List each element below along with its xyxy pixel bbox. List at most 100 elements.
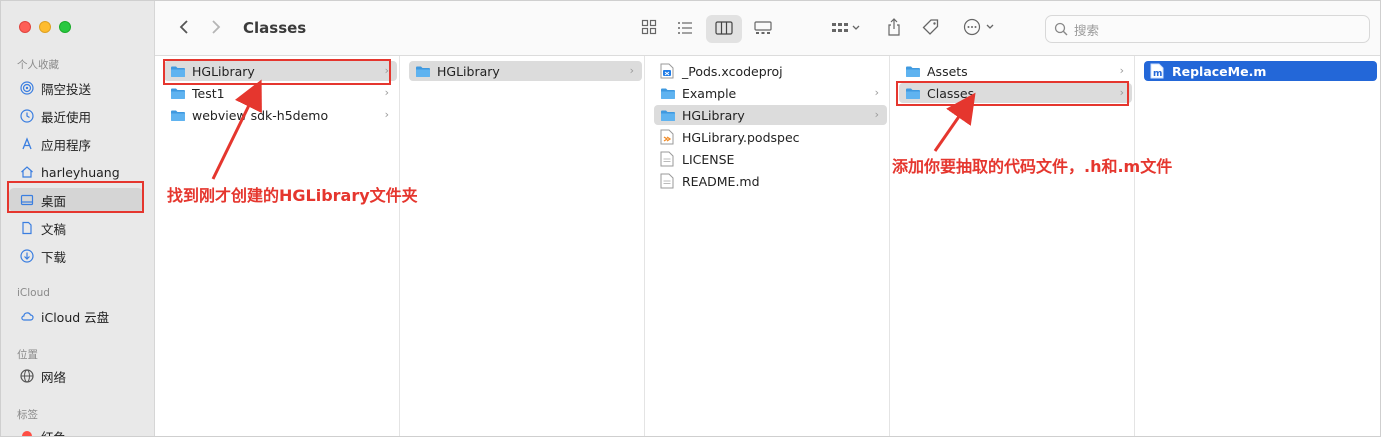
sidebar-item-icloud-drive[interactable]: iCloud 云盘 bbox=[9, 304, 143, 328]
search-placeholder: 搜索 bbox=[1074, 22, 1100, 38]
highlight-box-desktop bbox=[7, 181, 144, 213]
group-by-button[interactable] bbox=[827, 15, 865, 43]
sidebar-section-icloud: iCloud bbox=[17, 287, 50, 299]
file-row-label: _Pods.xcodeproj bbox=[682, 63, 783, 79]
folder-icon bbox=[660, 109, 676, 121]
forward-button[interactable] bbox=[205, 15, 227, 43]
chevron-right-icon: › bbox=[874, 86, 879, 99]
sidebar-item-airdrop[interactable]: 隔空投送 bbox=[9, 76, 143, 100]
file-row[interactable]: Test1 › bbox=[164, 83, 397, 103]
share-button[interactable] bbox=[882, 15, 906, 43]
column-2 bbox=[400, 56, 645, 436]
podspec-icon bbox=[660, 129, 676, 145]
file-row[interactable]: HGLibrary.podspec bbox=[654, 127, 887, 147]
chevron-left-icon bbox=[179, 19, 189, 39]
column-5 bbox=[1135, 56, 1380, 436]
file-row[interactable]: LICENSE bbox=[654, 149, 887, 169]
view-list-button[interactable] bbox=[671, 15, 699, 43]
minimize-window-button[interactable] bbox=[39, 21, 51, 33]
ellipsis-circle-icon bbox=[963, 18, 997, 40]
file-row[interactable]: _Pods.xcodeproj bbox=[654, 61, 887, 81]
file-row[interactable]: HGLibrary › bbox=[654, 105, 887, 125]
chevron-right-icon bbox=[211, 19, 221, 39]
folder-icon bbox=[660, 87, 676, 99]
folder-icon bbox=[415, 65, 431, 77]
close-window-button[interactable] bbox=[19, 21, 31, 33]
sidebar-item-label: harleyhuang bbox=[41, 164, 120, 180]
sidebar-item-label: 隔空投送 bbox=[41, 81, 92, 97]
sidebar-item-network[interactable]: 网络 bbox=[9, 364, 143, 388]
folder-icon bbox=[170, 87, 186, 99]
file-row[interactable]: webview sdk-h5demo › bbox=[164, 105, 397, 125]
zoom-window-button[interactable] bbox=[59, 21, 71, 33]
gallery-icon bbox=[754, 20, 772, 39]
sidebar-section-locations: 位置 bbox=[17, 349, 38, 361]
sidebar-item-label: 文稿 bbox=[41, 221, 67, 237]
chevron-right-icon: › bbox=[384, 108, 389, 121]
download-icon bbox=[20, 249, 34, 263]
highlight-box-classes bbox=[896, 81, 1129, 106]
sidebar: 个人收藏 隔空投送 最近使用 应用程序 harleyhuang 桌面 文稿 下载… bbox=[1, 1, 155, 437]
file-row-label: webview sdk-h5demo bbox=[192, 107, 329, 123]
file-row-label: LICENSE bbox=[682, 151, 735, 167]
file-row-label: HGLibrary.podspec bbox=[682, 129, 800, 145]
column-4 bbox=[890, 56, 1135, 436]
share-icon bbox=[887, 18, 901, 40]
document-icon bbox=[20, 221, 34, 235]
back-button[interactable] bbox=[173, 15, 195, 43]
chevron-right-icon: › bbox=[874, 108, 879, 121]
file-row-label: ReplaceMe.m bbox=[1172, 63, 1267, 79]
file-icon bbox=[660, 151, 676, 167]
file-icon bbox=[660, 173, 676, 189]
file-row[interactable]: Example › bbox=[654, 83, 887, 103]
sidebar-section-favorites: 个人收藏 bbox=[17, 59, 59, 71]
sidebar-item-recents[interactable]: 最近使用 bbox=[9, 104, 143, 128]
annotation-add-files: 添加你要抽取的代码文件，.h和.m文件 bbox=[892, 157, 1173, 176]
network-icon bbox=[20, 369, 34, 383]
highlight-box-hglibrary bbox=[163, 59, 391, 85]
folder-icon bbox=[170, 109, 186, 121]
file-row-label: Assets bbox=[927, 63, 968, 79]
finder-window: 个人收藏 隔空投送 最近使用 应用程序 harleyhuang 桌面 文稿 下载… bbox=[0, 0, 1381, 437]
tags-button[interactable] bbox=[919, 15, 943, 43]
view-columns-button[interactable] bbox=[706, 15, 742, 43]
action-menu-button[interactable] bbox=[961, 15, 999, 43]
annotation-find-folder: 找到刚才创建的HGLibrary文件夹 bbox=[167, 186, 418, 205]
sidebar-item-documents[interactable]: 文稿 bbox=[9, 216, 143, 240]
search-icon bbox=[1054, 22, 1068, 36]
file-row-label: Test1 bbox=[192, 85, 225, 101]
list-icon bbox=[677, 20, 693, 39]
clock-icon bbox=[20, 109, 34, 123]
sidebar-item-label: 下载 bbox=[41, 249, 67, 265]
columns-icon bbox=[715, 20, 733, 39]
file-row[interactable]: HGLibrary › bbox=[409, 61, 642, 81]
sidebar-item-downloads[interactable]: 下载 bbox=[9, 244, 143, 268]
sidebar-item-label: 网络 bbox=[41, 369, 67, 385]
sidebar-item-label: iCloud 云盘 bbox=[41, 309, 110, 325]
file-row-label: Example bbox=[682, 85, 737, 101]
cloud-icon bbox=[20, 309, 34, 323]
home-icon bbox=[20, 165, 34, 179]
sidebar-section-tags: 标签 bbox=[17, 409, 38, 421]
apps-icon bbox=[20, 137, 34, 151]
file-row[interactable]: Assets › bbox=[899, 61, 1132, 81]
sidebar-item-tag-red[interactable]: 红色 bbox=[9, 424, 143, 437]
view-gallery-button[interactable] bbox=[749, 15, 777, 43]
airdrop-icon bbox=[20, 81, 34, 95]
file-row-label: HGLibrary bbox=[682, 107, 745, 123]
sidebar-item-label: 最近使用 bbox=[41, 109, 92, 125]
sidebar-item-label: 红色 bbox=[41, 429, 67, 437]
xcodeproj-icon bbox=[660, 63, 676, 79]
sidebar-item-applications[interactable]: 应用程序 bbox=[9, 132, 143, 156]
red-tag-icon bbox=[20, 429, 34, 436]
file-row-label: README.md bbox=[682, 173, 760, 189]
group-icon bbox=[831, 20, 861, 39]
file-row[interactable]: m ReplaceMe.m bbox=[1144, 61, 1377, 81]
search-field[interactable]: 搜索 bbox=[1045, 15, 1370, 43]
window-title: Classes bbox=[243, 19, 307, 37]
sidebar-item-label: 应用程序 bbox=[41, 137, 92, 153]
chevron-right-icon: › bbox=[1119, 64, 1124, 77]
file-row[interactable]: README.md bbox=[654, 171, 887, 191]
m-file-icon: m bbox=[1150, 63, 1166, 79]
view-icons-button[interactable] bbox=[635, 15, 663, 43]
